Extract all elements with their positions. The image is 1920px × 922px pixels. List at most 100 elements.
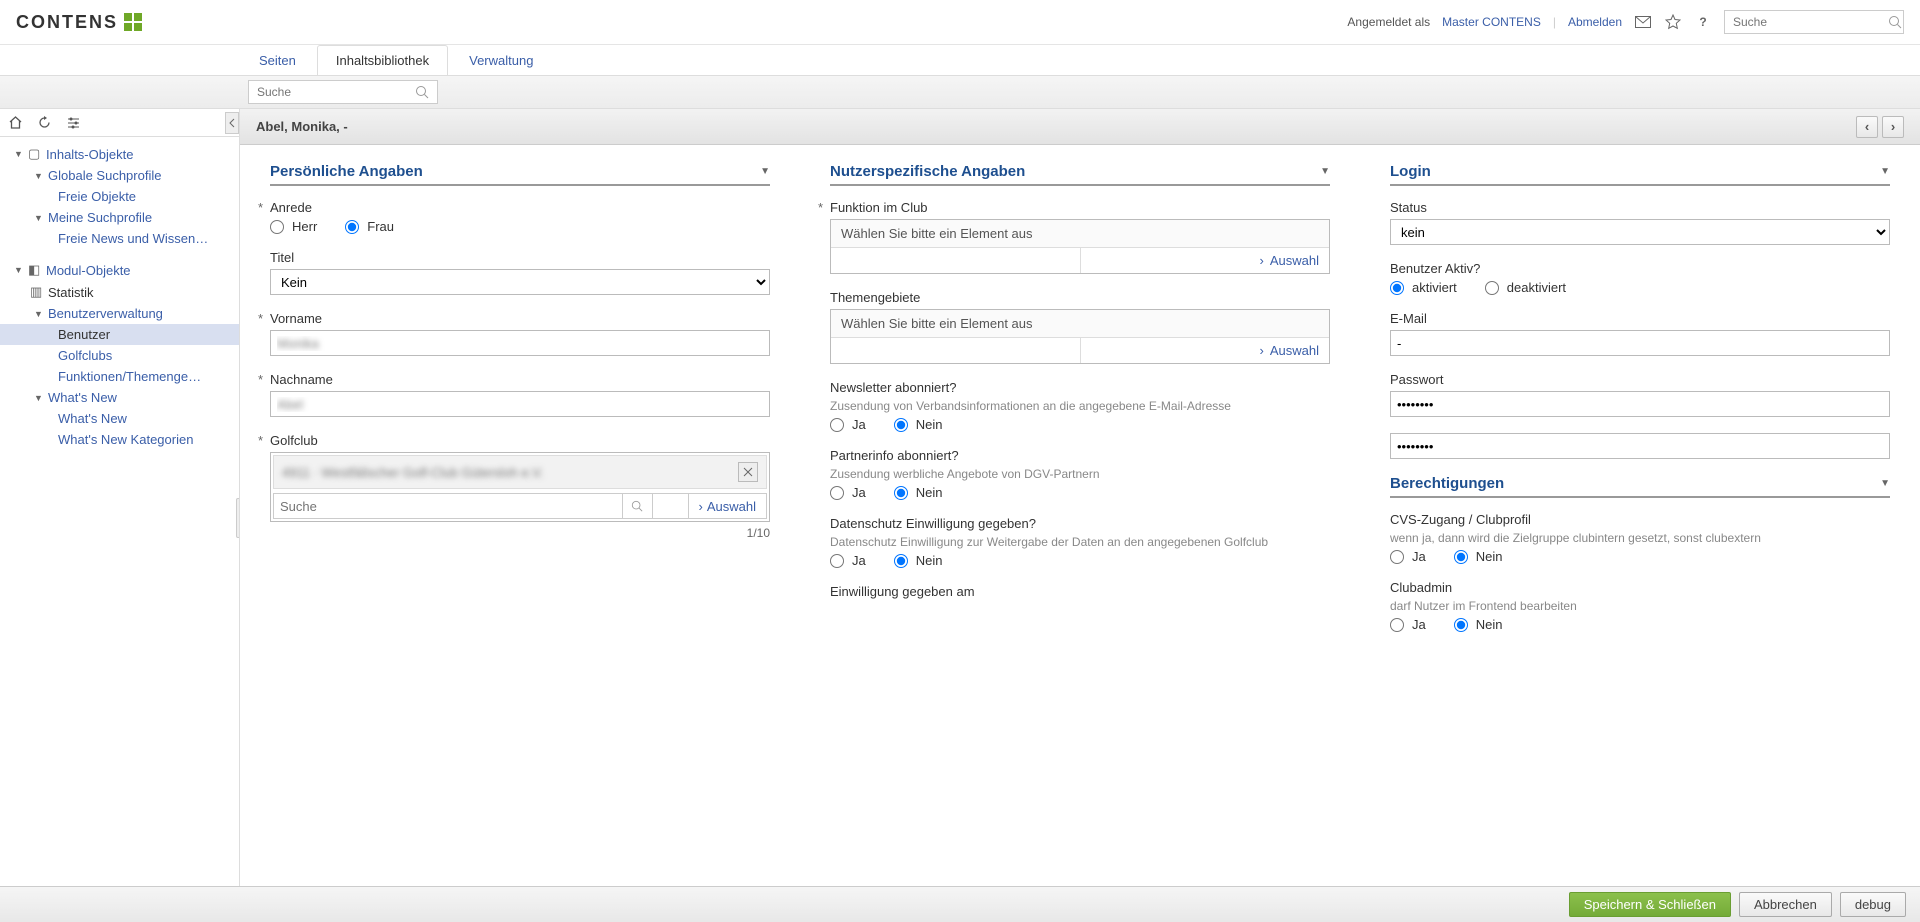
section-personal[interactable]: Persönliche Angaben▼	[270, 163, 770, 186]
radio-partner-ja[interactable]: Ja	[830, 485, 866, 500]
prev-record-button[interactable]: ‹	[1856, 116, 1878, 138]
label-anrede: Anrede	[270, 200, 770, 215]
tab-pages[interactable]: Seiten	[240, 45, 315, 75]
logo-squares-icon	[124, 13, 142, 31]
tree-inhalts-objekte[interactable]: ▼▢Inhalts-Objekte	[0, 143, 239, 165]
radio-newsletter-ja[interactable]: Ja	[830, 417, 866, 432]
logout-link[interactable]: Abmelden	[1568, 15, 1622, 29]
chart-icon: ▥	[30, 284, 48, 300]
tree-funktionen[interactable]: Funktionen/Themenge…	[0, 366, 239, 387]
clear-golfclub-button[interactable]	[738, 462, 758, 482]
refresh-icon[interactable]	[37, 115, 52, 130]
help-datenschutz: Datenschutz Einwilligung zur Weitergabe …	[830, 535, 1330, 549]
cube-icon: ◧	[28, 262, 46, 278]
tree-modul-objekte[interactable]: ▼◧Modul-Objekte	[0, 259, 239, 281]
next-record-button[interactable]: ›	[1882, 116, 1904, 138]
help-icon[interactable]: ?	[1694, 13, 1712, 31]
input-email[interactable]	[1390, 330, 1890, 356]
brand-name: CONTENS	[16, 12, 118, 33]
library-search-input[interactable]	[257, 85, 415, 99]
tab-admin[interactable]: Verwaltung	[450, 45, 552, 75]
radio-daten-nein[interactable]: Nein	[894, 553, 943, 568]
logo: CONTENS	[16, 12, 142, 33]
label-vorname: Vorname	[270, 311, 770, 326]
themen-auswahl-button[interactable]: ›Auswahl	[1080, 338, 1330, 363]
page-title: Abel, Monika, -	[256, 119, 348, 134]
section-perms[interactable]: Berechtigungen▼	[1390, 475, 1890, 498]
tree-freie-objekte[interactable]: Freie Objekte	[0, 186, 239, 207]
radio-clubadmin-ja[interactable]: Ja	[1390, 617, 1426, 632]
help-clubadmin: darf Nutzer im Frontend bearbeiten	[1390, 599, 1890, 613]
picker-golfclub: 4911 · Westfälischer Golf-Club Gütersloh…	[270, 452, 770, 522]
input-passwort[interactable]	[1390, 391, 1890, 417]
global-search[interactable]	[1724, 10, 1904, 34]
radio-daten-ja[interactable]: Ja	[830, 553, 866, 568]
radio-herr[interactable]: Herr	[270, 219, 317, 234]
input-nachname[interactable]	[270, 391, 770, 417]
mail-icon[interactable]	[1634, 13, 1652, 31]
settings-icon[interactable]	[66, 115, 81, 130]
tree-meine-suchprofile[interactable]: ▼Meine Suchprofile	[0, 207, 239, 228]
tree-benutzerverwaltung[interactable]: ▼Benutzerverwaltung	[0, 303, 239, 324]
current-user-link[interactable]: Master CONTENS	[1442, 15, 1541, 29]
tree-whatsnew-kat[interactable]: What's New Kategorien	[0, 429, 239, 450]
label-email: E-Mail	[1390, 311, 1890, 326]
collapse-sidebar-icon[interactable]	[225, 112, 239, 134]
tree-freie-news[interactable]: Freie News und Wissen…	[0, 228, 239, 249]
radio-newsletter-nein[interactable]: Nein	[894, 417, 943, 432]
library-search[interactable]	[248, 80, 438, 104]
golfclub-search-input[interactable]	[273, 493, 623, 519]
funktion-auswahl-button[interactable]: ›Auswahl	[1080, 248, 1330, 273]
label-partner: Partnerinfo abonniert?	[830, 448, 1330, 463]
tab-library[interactable]: Inhaltsbibliothek	[317, 45, 448, 75]
save-close-button[interactable]: Speichern & Schließen	[1569, 892, 1731, 917]
star-icon[interactable]	[1664, 13, 1682, 31]
radio-clubadmin-nein[interactable]: Nein	[1454, 617, 1503, 632]
tree-whatsnew-sub[interactable]: What's New	[0, 408, 239, 429]
label-golfclub: Golfclub	[270, 433, 770, 448]
debug-button[interactable]: debug	[1840, 892, 1906, 917]
themen-placeholder: Wählen Sie bitte ein Element aus	[831, 310, 1329, 338]
label-datenschutz: Datenschutz Einwilligung gegeben?	[830, 516, 1330, 531]
section-userspec[interactable]: Nutzerspezifische Angaben▼	[830, 163, 1330, 186]
golfclub-auswahl-button[interactable]: ›Auswahl	[689, 493, 767, 519]
label-themen: Themengebiete	[830, 290, 1330, 305]
tree-benutzer[interactable]: Benutzer	[0, 324, 239, 345]
global-search-input[interactable]	[1733, 15, 1888, 29]
label-status: Status	[1390, 200, 1890, 215]
cancel-button[interactable]: Abbrechen	[1739, 892, 1832, 917]
radio-deaktiviert[interactable]: deaktiviert	[1485, 280, 1566, 295]
select-status[interactable]: kein	[1390, 219, 1890, 245]
input-passwort-confirm[interactable]	[1390, 433, 1890, 459]
chevron-down-icon: ▼	[760, 166, 770, 177]
funktion-placeholder: Wählen Sie bitte ein Element aus	[831, 220, 1329, 248]
label-passwort: Passwort	[1390, 372, 1890, 387]
radio-aktiviert[interactable]: aktiviert	[1390, 280, 1457, 295]
label-aktiv: Benutzer Aktiv?	[1390, 261, 1890, 276]
input-vorname[interactable]	[270, 330, 770, 356]
radio-cvs-nein[interactable]: Nein	[1454, 549, 1503, 564]
select-titel[interactable]: Kein	[270, 269, 770, 295]
golfclub-counter: 1/10	[270, 526, 770, 540]
picker-spacer	[653, 493, 689, 519]
label-titel: Titel	[270, 250, 770, 265]
radio-partner-nein[interactable]: Nein	[894, 485, 943, 500]
tree-statistik[interactable]: ▥Statistik	[0, 281, 239, 303]
search-icon	[1888, 15, 1902, 29]
chevron-down-icon: ▼	[1320, 166, 1330, 177]
tree-globale-suchprofile[interactable]: ▼Globale Suchprofile	[0, 165, 239, 186]
help-partner: Zusendung werbliche Angebote von DGV-Par…	[830, 467, 1330, 481]
sidebar-resize-handle[interactable]	[236, 498, 240, 538]
label-newsletter: Newsletter abonniert?	[830, 380, 1330, 395]
tree-golfclubs[interactable]: Golfclubs	[0, 345, 239, 366]
radio-cvs-ja[interactable]: Ja	[1390, 549, 1426, 564]
tree-whatsnew[interactable]: ▼What's New	[0, 387, 239, 408]
book-icon: ▢	[28, 146, 46, 162]
label-funktion: Funktion im Club	[830, 200, 1330, 215]
help-newsletter: Zusendung von Verbandsinformationen an d…	[830, 399, 1330, 413]
home-icon[interactable]	[8, 115, 23, 130]
section-login[interactable]: Login▼	[1390, 163, 1890, 186]
radio-frau[interactable]: Frau	[345, 219, 394, 234]
search-icon[interactable]	[623, 493, 653, 519]
chevron-down-icon: ▼	[1880, 166, 1890, 177]
